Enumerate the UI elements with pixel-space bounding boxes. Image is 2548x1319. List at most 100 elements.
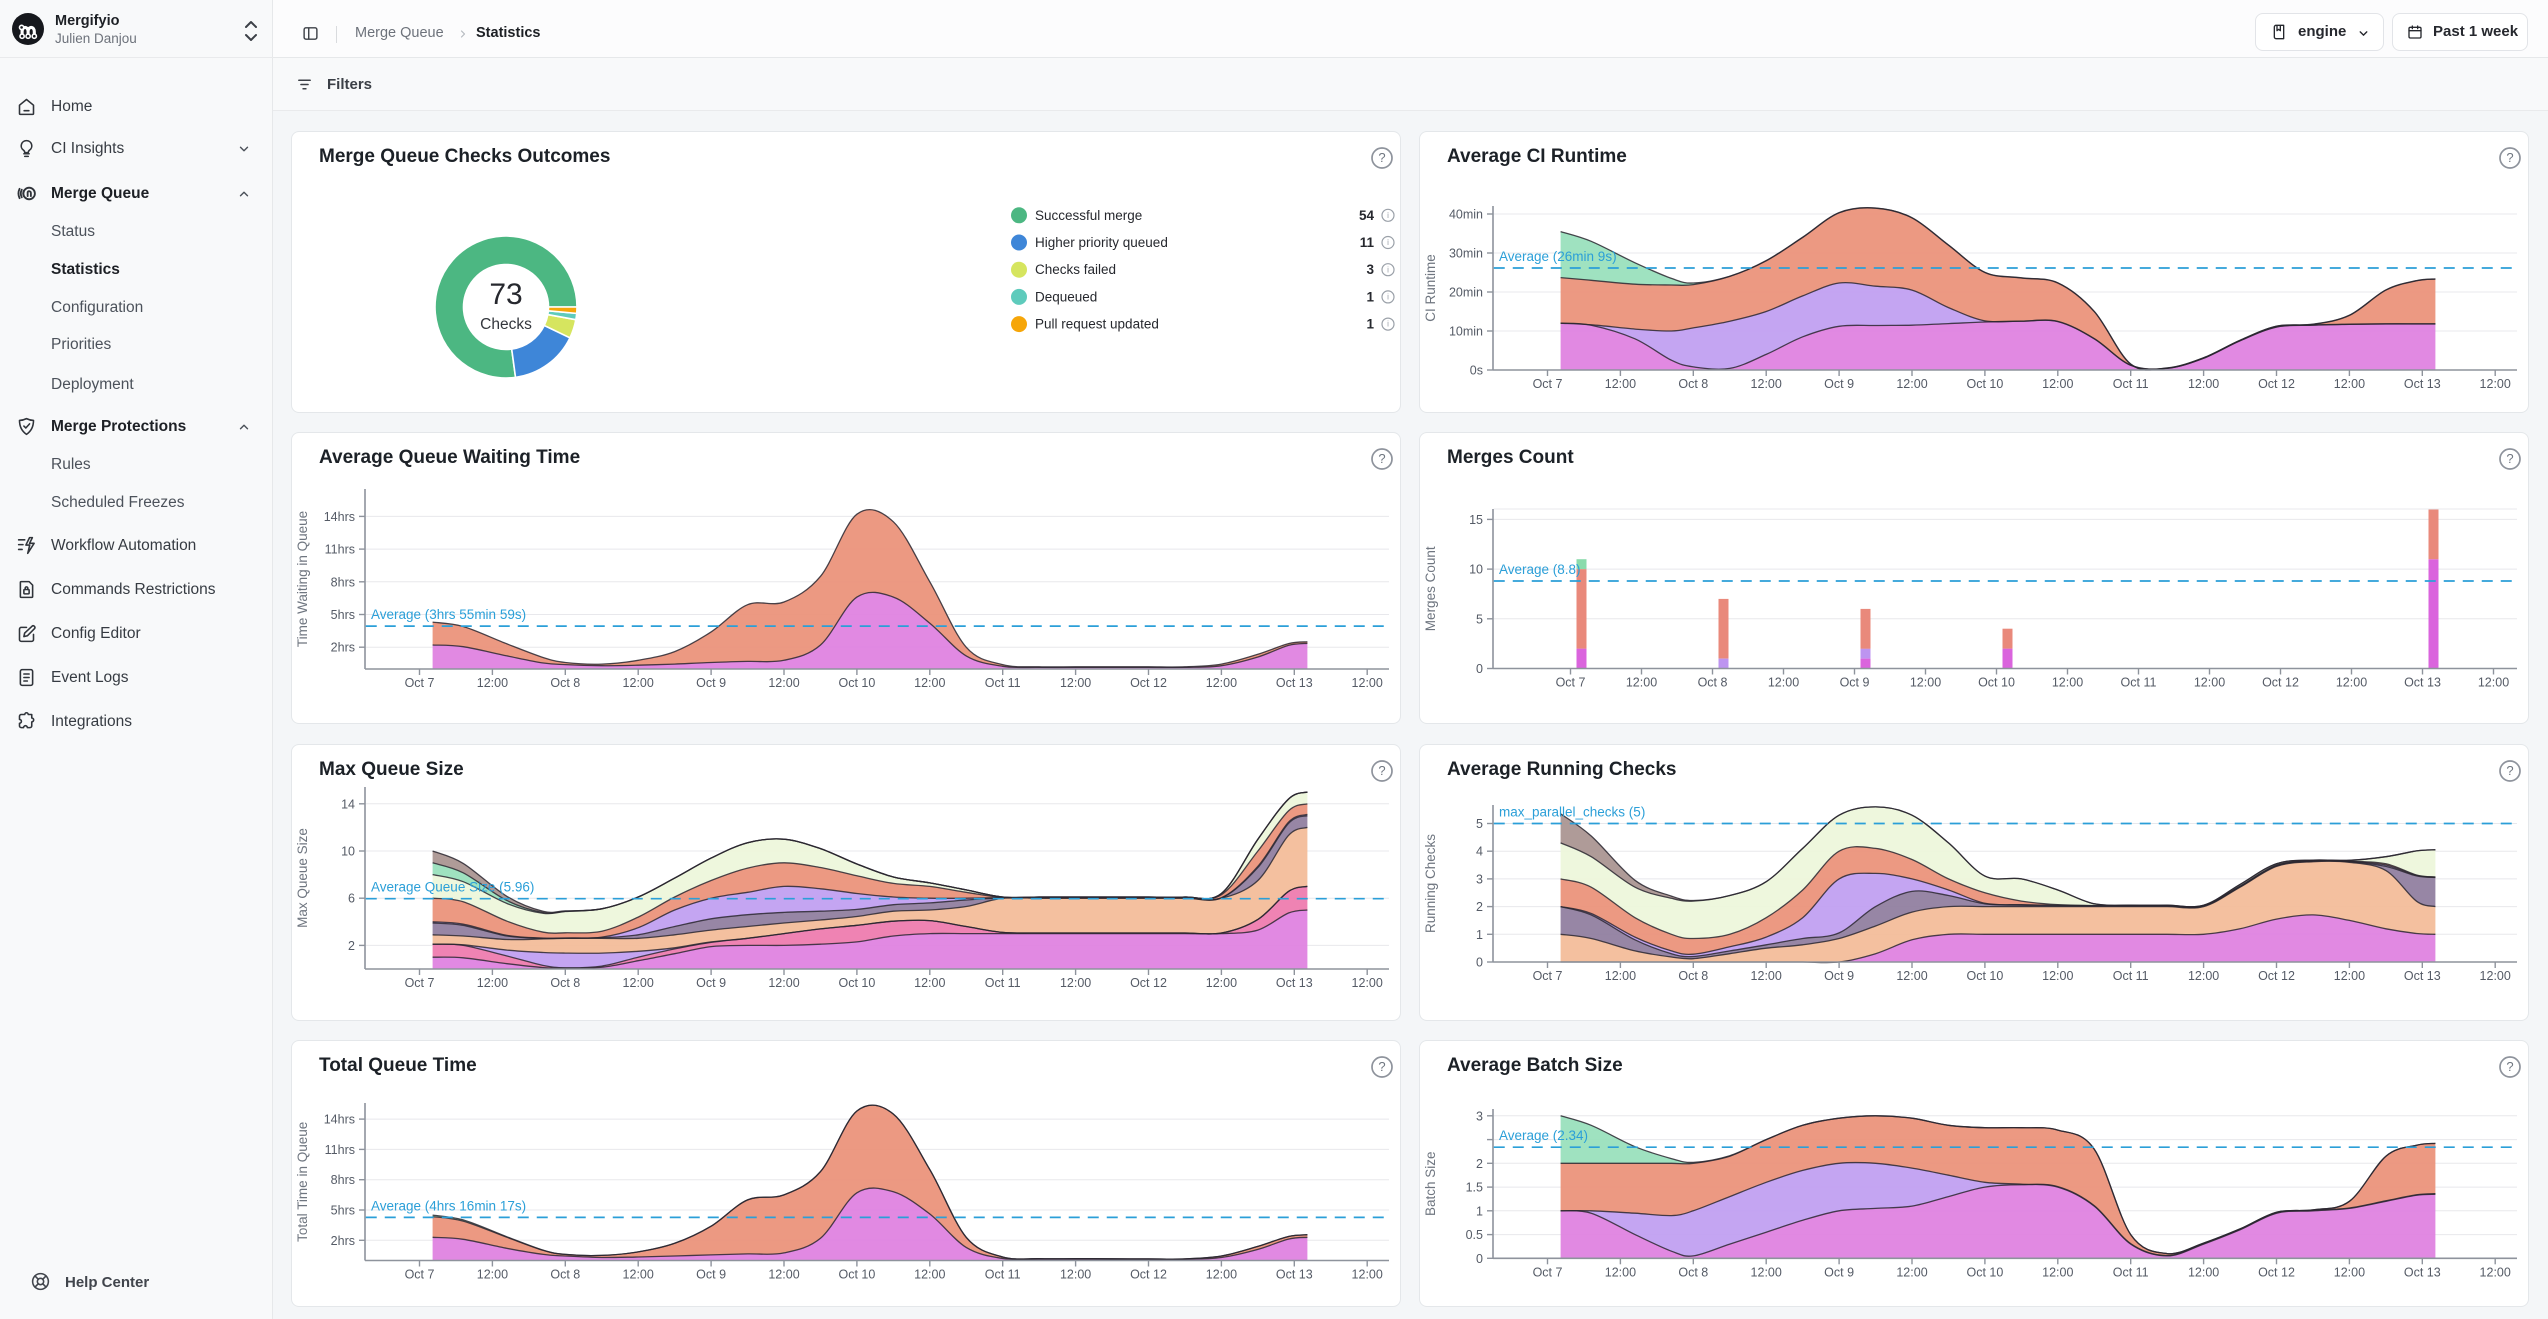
svg-text:4: 4 [1476, 845, 1483, 859]
svg-text:10min: 10min [1449, 325, 1483, 339]
svg-text:Successful merge: Successful merge [1035, 208, 1142, 223]
svg-text:Oct 13: Oct 13 [1276, 976, 1313, 990]
svg-text:Pull request updated: Pull request updated [1035, 317, 1159, 332]
svg-text:12:00: 12:00 [2188, 969, 2219, 983]
svg-text:12:00: 12:00 [1626, 676, 1657, 690]
svg-text:Oct 10: Oct 10 [1978, 676, 2015, 690]
svg-text:Oct 8: Oct 8 [1678, 1265, 1708, 1279]
svg-text:Oct 12: Oct 12 [2258, 1265, 2295, 1279]
svg-text:Average (2.34): Average (2.34) [1499, 1128, 1588, 1143]
svg-text:12:00: 12:00 [1352, 1268, 1383, 1282]
svg-text:Oct 13: Oct 13 [1276, 676, 1313, 690]
svg-text:12:00: 12:00 [2336, 676, 2367, 690]
svg-text:12:00: 12:00 [1206, 976, 1237, 990]
svg-text:Oct 11: Oct 11 [2113, 377, 2149, 391]
svg-text:Time Waiting in Queue: Time Waiting in Queue [295, 511, 310, 647]
svg-text:Oct 9: Oct 9 [1840, 676, 1870, 690]
svg-text:14: 14 [341, 797, 355, 811]
svg-text:12:00: 12:00 [623, 1268, 654, 1282]
svg-text:12:00: 12:00 [1352, 676, 1383, 690]
svg-text:Oct 10: Oct 10 [838, 676, 875, 690]
svg-text:Oct 12: Oct 12 [1130, 976, 1167, 990]
svg-text:12:00: 12:00 [1768, 676, 1799, 690]
svg-text:Average (8.8): Average (8.8) [1499, 562, 1581, 577]
svg-text:Oct 12: Oct 12 [2258, 377, 2295, 391]
svg-text:Checks failed: Checks failed [1035, 262, 1116, 277]
svg-text:Higher priority queued: Higher priority queued [1035, 235, 1168, 250]
svg-text:Oct 11: Oct 11 [2121, 676, 2157, 690]
svg-text:5: 5 [1476, 817, 1483, 831]
svg-text:0s: 0s [1470, 364, 1483, 378]
svg-text:14hrs: 14hrs [324, 1113, 355, 1127]
svg-text:0.5: 0.5 [1466, 1228, 1483, 1242]
svg-text:1: 1 [1366, 317, 1374, 332]
svg-text:12:00: 12:00 [1206, 1268, 1237, 1282]
svg-text:Oct 8: Oct 8 [550, 1268, 580, 1282]
svg-text:CI Runtime: CI Runtime [1423, 254, 1438, 322]
svg-text:i: i [1387, 293, 1389, 302]
svg-text:12:00: 12:00 [1751, 377, 1782, 391]
svg-text:12:00: 12:00 [1751, 1265, 1782, 1279]
svg-text:12:00: 12:00 [2334, 1265, 2365, 1279]
svg-text:6: 6 [348, 892, 355, 906]
svg-text:max_parallel_checks (5): max_parallel_checks (5) [1499, 805, 1645, 820]
svg-text:12:00: 12:00 [1605, 377, 1636, 391]
svg-text:12:00: 12:00 [768, 976, 799, 990]
svg-text:3: 3 [1366, 262, 1374, 277]
svg-text:Checks: Checks [480, 316, 532, 333]
svg-text:Oct 10: Oct 10 [1966, 969, 2003, 983]
svg-text:2hrs: 2hrs [331, 641, 355, 655]
svg-text:12:00: 12:00 [914, 1268, 945, 1282]
svg-text:1: 1 [1476, 928, 1483, 942]
svg-text:Batch Size: Batch Size [1423, 1151, 1438, 1216]
svg-text:5: 5 [1476, 612, 1483, 626]
svg-text:Oct 13: Oct 13 [1276, 1268, 1313, 1282]
svg-text:12:00: 12:00 [477, 1268, 508, 1282]
svg-text:12:00: 12:00 [1206, 676, 1237, 690]
svg-text:1: 1 [1476, 1204, 1483, 1218]
svg-text:12:00: 12:00 [1060, 976, 1091, 990]
svg-text:Max Queue Size: Max Queue Size [295, 828, 310, 928]
svg-text:Oct 13: Oct 13 [2404, 676, 2441, 690]
svg-text:12:00: 12:00 [2042, 377, 2073, 391]
svg-text:Oct 8: Oct 8 [1678, 969, 1708, 983]
svg-text:Average Queue Size (5.96): Average Queue Size (5.96) [371, 880, 534, 895]
svg-text:11hrs: 11hrs [325, 543, 355, 557]
svg-text:Oct 11: Oct 11 [2113, 969, 2149, 983]
svg-text:Oct 10: Oct 10 [1966, 377, 2003, 391]
svg-text:Oct 8: Oct 8 [1678, 377, 1708, 391]
svg-text:2hrs: 2hrs [331, 1234, 355, 1248]
svg-text:12:00: 12:00 [623, 976, 654, 990]
svg-text:12:00: 12:00 [914, 976, 945, 990]
svg-text:12:00: 12:00 [1605, 969, 1636, 983]
svg-text:2: 2 [1476, 1157, 1483, 1171]
svg-text:12:00: 12:00 [2052, 676, 2083, 690]
svg-text:Oct 11: Oct 11 [985, 976, 1021, 990]
svg-text:12:00: 12:00 [2188, 1265, 2219, 1279]
svg-text:Average (3hrs 55min 59s): Average (3hrs 55min 59s) [371, 607, 526, 622]
svg-text:12:00: 12:00 [1060, 676, 1091, 690]
svg-text:12:00: 12:00 [768, 676, 799, 690]
svg-text:Oct 13: Oct 13 [2404, 377, 2441, 391]
svg-text:Total Time in Queue: Total Time in Queue [295, 1122, 310, 1242]
svg-text:Oct 12: Oct 12 [2258, 969, 2295, 983]
svg-text:Oct 9: Oct 9 [696, 1268, 726, 1282]
svg-text:54: 54 [1359, 208, 1375, 223]
svg-text:11hrs: 11hrs [325, 1143, 355, 1157]
svg-text:1: 1 [1366, 289, 1374, 304]
svg-text:12:00: 12:00 [2480, 969, 2511, 983]
svg-text:30min: 30min [1449, 247, 1483, 261]
svg-text:12:00: 12:00 [2334, 969, 2365, 983]
svg-text:Oct 9: Oct 9 [696, 676, 726, 690]
svg-text:Average (4hrs 16min 17s): Average (4hrs 16min 17s) [371, 1198, 526, 1213]
svg-text:8hrs: 8hrs [331, 1173, 355, 1187]
svg-text:Oct 7: Oct 7 [1533, 969, 1563, 983]
svg-text:3: 3 [1476, 872, 1483, 886]
svg-text:Oct 9: Oct 9 [696, 976, 726, 990]
svg-text:12:00: 12:00 [2194, 676, 2225, 690]
svg-text:Oct 11: Oct 11 [985, 676, 1021, 690]
svg-text:12:00: 12:00 [1896, 377, 1927, 391]
svg-text:i: i [1387, 265, 1389, 274]
svg-text:5hrs: 5hrs [331, 608, 355, 622]
svg-text:12:00: 12:00 [2334, 377, 2365, 391]
